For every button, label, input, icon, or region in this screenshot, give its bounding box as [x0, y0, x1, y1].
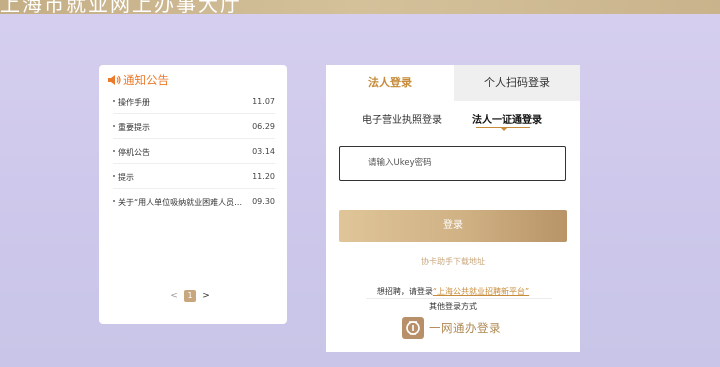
- tab-personal-scan-login[interactable]: 个人扫码登录: [454, 65, 580, 101]
- subtab-business-license-login[interactable]: 电子营业执照登录: [362, 111, 442, 126]
- bullet-icon: [113, 150, 115, 152]
- notice-item-text[interactable]: 重要提示: [118, 122, 246, 133]
- gov-service-login-label[interactable]: 一网通办登录: [429, 320, 501, 336]
- tab-legal-person-login[interactable]: 法人登录: [326, 65, 454, 101]
- page-number-current[interactable]: 1: [184, 290, 196, 302]
- login-button[interactable]: 登录: [339, 210, 567, 242]
- download-helper-link[interactable]: 协卡助手下载地址: [326, 256, 580, 267]
- notice-item[interactable]: 操作手册 11.07: [113, 89, 275, 114]
- recruit-platform-link[interactable]: “上海公共就业招聘新平台”: [433, 287, 529, 296]
- pagination: < 1 >: [167, 290, 213, 302]
- divider: [366, 298, 552, 299]
- other-login-methods-label: 其他登录方式: [429, 302, 477, 311]
- notice-item[interactable]: 提示 11.20: [113, 164, 275, 189]
- notice-item-text[interactable]: 停机公告: [118, 147, 246, 158]
- next-page-button[interactable]: >: [199, 290, 213, 302]
- login-panel: 法人登录 个人扫码登录 电子营业执照登录 法人一证通登录 请输入Ukey密码 登…: [326, 65, 580, 352]
- bullet-icon: [113, 200, 115, 202]
- speaker-icon: [108, 75, 121, 85]
- gov-service-login[interactable]: 一网通办登录: [402, 317, 501, 339]
- notice-header: 通知公告: [107, 72, 169, 88]
- bullet-icon: [113, 175, 115, 177]
- login-tabs: 法人登录 个人扫码登录: [326, 65, 580, 101]
- top-banner: 上海市就业网上办事大厅: [0, 0, 720, 14]
- notice-item-date: 06.29: [252, 122, 275, 131]
- recruit-prefix: 想招聘，请登录: [376, 287, 433, 296]
- notice-item-date: 09.30: [252, 197, 275, 206]
- notice-item-text[interactable]: 关于“用人单位吸纳就业困难人员岗位补贴”: [118, 197, 246, 208]
- one-net-service-icon: [402, 317, 424, 339]
- subtab-one-cert-login[interactable]: 法人一证通登录: [472, 111, 542, 126]
- bullet-icon: [113, 100, 115, 102]
- recruit-notice: 想招聘，请登录“上海公共就业招聘新平台”: [326, 286, 580, 297]
- notice-item[interactable]: 关于“用人单位吸纳就业困难人员岗位补贴” 09.30: [113, 189, 275, 213]
- notice-panel: 通知公告 操作手册 11.07 重要提示 06.29 停机公告 03.14 提示…: [99, 65, 287, 324]
- notice-item[interactable]: 重要提示 06.29: [113, 114, 275, 139]
- notice-item-date: 11.20: [252, 172, 275, 181]
- notice-list: 操作手册 11.07 重要提示 06.29 停机公告 03.14 提示 11.2…: [113, 89, 275, 213]
- notice-item-text[interactable]: 提示: [118, 172, 246, 183]
- notice-item[interactable]: 停机公告 03.14: [113, 139, 275, 164]
- prev-page-button[interactable]: <: [167, 290, 181, 302]
- bullet-icon: [113, 125, 115, 127]
- notice-item-date: 03.14: [252, 147, 275, 156]
- caret-down-icon: [501, 128, 507, 131]
- notice-item-text[interactable]: 操作手册: [118, 97, 246, 108]
- site-title: 上海市就业网上办事大厅: [0, 0, 242, 14]
- notice-title: 通知公告: [123, 73, 169, 87]
- notice-item-date: 11.07: [252, 97, 275, 106]
- ukey-password-input[interactable]: 请输入Ukey密码: [339, 146, 566, 181]
